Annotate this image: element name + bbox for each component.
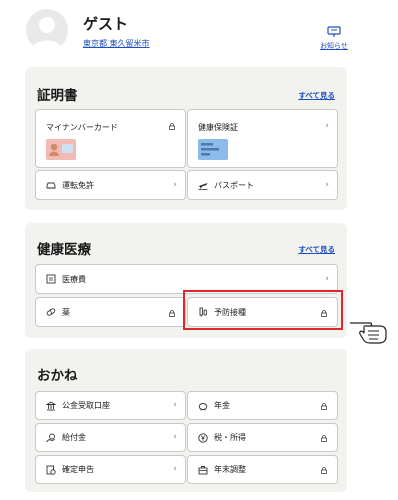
- highlight-frame: [183, 290, 343, 330]
- health-insurance-card-icon: [198, 139, 228, 160]
- money-section: おかね 公金受取口座 › 年金 給付金 › 税・所得 確定申告 › 年末調整: [25, 349, 347, 492]
- year-end-adjustment-tile[interactable]: 年末調整: [187, 455, 338, 484]
- lock-icon: [321, 435, 327, 442]
- pointing-hand-icon: [350, 322, 387, 344]
- health-insurance-label: 健康保険証: [198, 123, 238, 132]
- public-account-tile[interactable]: 公金受取口座 ›: [35, 391, 186, 420]
- health-see-all-link[interactable]: すべて見る: [298, 244, 335, 255]
- chevron-right-icon: ›: [173, 432, 177, 442]
- bank-icon: [46, 400, 56, 410]
- airplane-icon: [198, 183, 208, 190]
- app-header: ゲスト 東京都 東久留米市 お知らせ: [0, 0, 398, 62]
- user-location-link[interactable]: 東京都 東久留米市: [83, 38, 150, 49]
- tax-income-label: 税・所得: [214, 433, 246, 442]
- tax-income-tile[interactable]: 税・所得: [187, 423, 338, 452]
- tax-return-icon: [46, 465, 56, 475]
- certificates-section: 証明書 すべて見る マイナンバーカード 健康保険証 › 運転免許 › パスポート…: [25, 67, 347, 210]
- lock-icon: [321, 403, 327, 410]
- certificates-title: 証明書: [37, 88, 78, 104]
- lock-icon: [321, 467, 327, 474]
- avatar-icon: [31, 17, 63, 51]
- yen-coin-icon: [198, 432, 208, 443]
- user-name: ゲスト: [83, 15, 129, 33]
- benefits-tile[interactable]: 給付金 ›: [35, 423, 186, 452]
- benefits-label: 給付金: [62, 433, 86, 442]
- money-title: おかね: [37, 368, 78, 384]
- pension-tile[interactable]: 年金: [187, 391, 338, 420]
- briefcase-icon: [198, 465, 208, 474]
- certificates-see-all-link[interactable]: すべて見る: [298, 90, 335, 101]
- year-end-adjustment-label: 年末調整: [214, 465, 246, 474]
- my-number-card-icon: [46, 139, 76, 160]
- tax-return-label: 確定申告: [62, 465, 94, 474]
- chevron-right-icon: ›: [173, 464, 177, 474]
- health-insurance-tile[interactable]: 健康保険証 ›: [187, 109, 338, 168]
- public-account-label: 公金受取口座: [62, 401, 110, 410]
- chevron-right-icon: ›: [173, 180, 177, 190]
- notifications-button[interactable]: お知らせ: [316, 26, 352, 51]
- pension-label: 年金: [214, 401, 230, 410]
- passport-label: パスポート: [214, 180, 254, 190]
- avatar[interactable]: [26, 9, 68, 51]
- car-icon: [46, 182, 56, 189]
- medical-expenses-label: 医療費: [62, 274, 86, 284]
- piggy-bank-icon: [198, 402, 208, 410]
- drivers-license-tile[interactable]: 運転免許 ›: [35, 170, 186, 200]
- medicine-tile[interactable]: 薬: [35, 297, 186, 327]
- lock-icon: [169, 310, 175, 317]
- drivers-license-label: 運転免許: [62, 180, 94, 190]
- tax-return-tile[interactable]: 確定申告 ›: [35, 455, 186, 484]
- medicine-label: 薬: [62, 307, 70, 317]
- pill-icon: [46, 308, 56, 316]
- receipt-icon: [46, 274, 56, 284]
- lock-icon: [169, 123, 175, 130]
- health-title: 健康医療: [37, 242, 91, 258]
- passport-tile[interactable]: パスポート ›: [187, 170, 338, 200]
- my-number-card-tile[interactable]: マイナンバーカード: [35, 109, 186, 168]
- chevron-right-icon: ›: [173, 400, 177, 410]
- notification-icon: [327, 26, 341, 37]
- my-number-card-label: マイナンバーカード: [46, 123, 118, 132]
- chevron-right-icon: ›: [325, 180, 329, 190]
- notifications-label: お知らせ: [320, 42, 348, 50]
- chevron-right-icon: ›: [325, 274, 329, 284]
- benefits-icon: [46, 433, 56, 442]
- chevron-right-icon: ›: [325, 121, 329, 131]
